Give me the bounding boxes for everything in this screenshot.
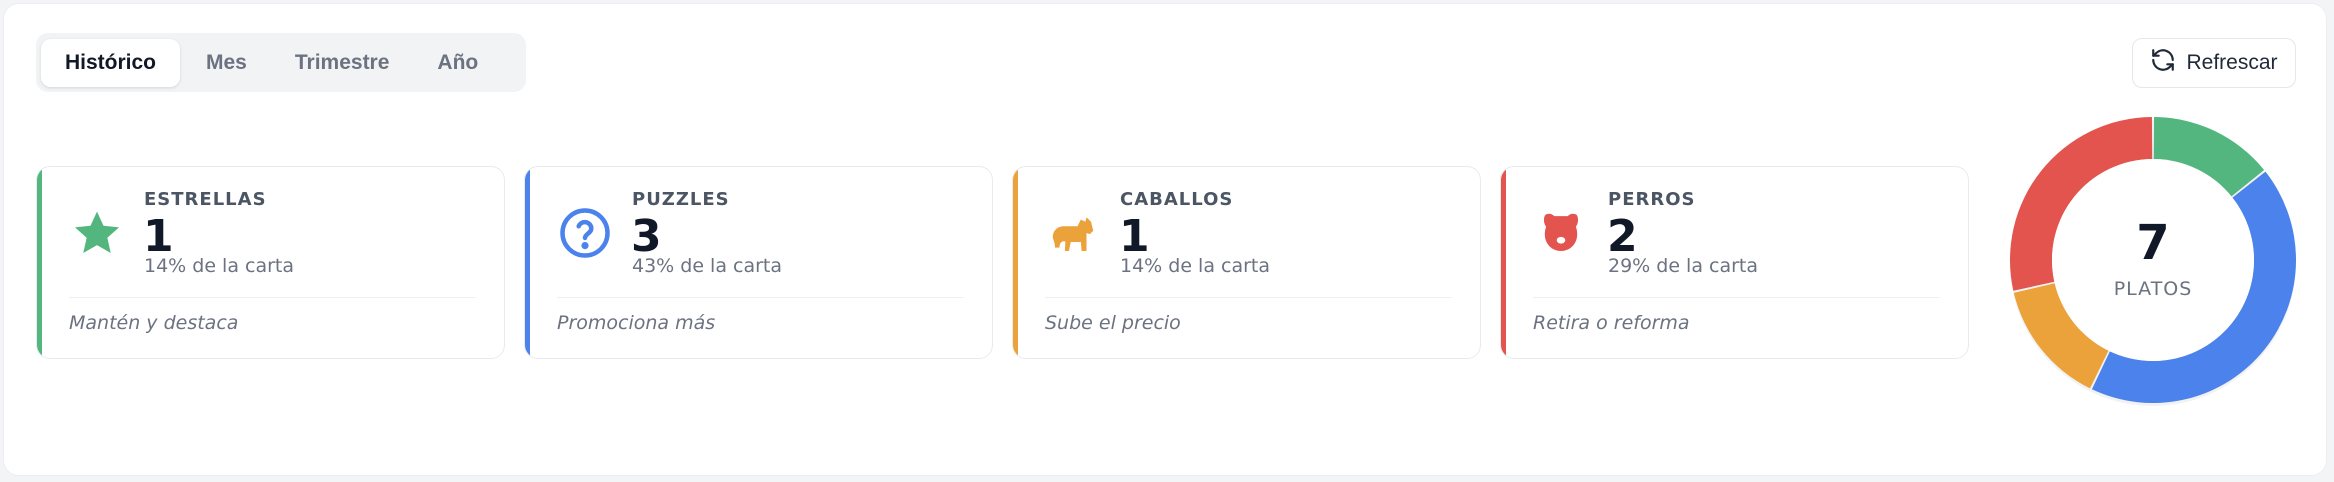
card-divider	[1533, 297, 1940, 298]
refresh-label: Refrescar	[2186, 51, 2278, 74]
tab-historico[interactable]: Histórico	[41, 38, 180, 87]
card-accent	[37, 167, 42, 358]
card-caballos: CABALLOS 1 14% de la carta Sube el preci…	[1012, 166, 1481, 359]
card-divider	[557, 297, 964, 298]
tab-mes[interactable]: Mes	[182, 39, 271, 87]
period-tabs: Histórico Mes Trimestre Año	[36, 33, 526, 92]
card-percentage: 43% de la carta	[632, 255, 783, 277]
card-percentage: 14% de la carta	[1120, 255, 1271, 277]
card-puzzles: PUZZLES 3 43% de la carta Promociona más	[524, 166, 993, 359]
donut-label: PLATOS	[2113, 278, 2193, 300]
card-action: Sube el precio	[1045, 312, 1181, 334]
card-action: Promociona más	[557, 312, 716, 334]
tab-ano[interactable]: Año	[413, 39, 502, 87]
question-circle-icon	[557, 205, 613, 261]
card-percentage: 14% de la carta	[144, 255, 295, 277]
horse-icon	[1045, 205, 1101, 261]
refresh-icon	[2150, 47, 2176, 79]
tab-trimestre[interactable]: Trimestre	[271, 39, 414, 87]
card-action: Retira o reforma	[1533, 312, 1690, 334]
card-divider	[69, 297, 476, 298]
card-percentage: 29% de la carta	[1608, 255, 1759, 277]
refresh-button[interactable]: Refrescar	[2132, 38, 2296, 88]
card-accent	[1013, 167, 1018, 358]
card-accent	[1501, 167, 1506, 358]
card-accent	[525, 167, 530, 358]
card-action: Mantén y destaca	[69, 312, 239, 334]
star-icon	[69, 205, 125, 261]
category-donut-chart: 7 PLATOS	[2003, 110, 2303, 410]
card-divider	[1045, 297, 1452, 298]
card-estrellas: ESTRELLAS 1 14% de la carta Mantén y des…	[36, 166, 505, 359]
dog-icon	[1533, 205, 1589, 261]
donut-total: 7	[2136, 215, 2170, 271]
card-perros: PERROS 2 29% de la carta Retira o reform…	[1500, 166, 1969, 359]
